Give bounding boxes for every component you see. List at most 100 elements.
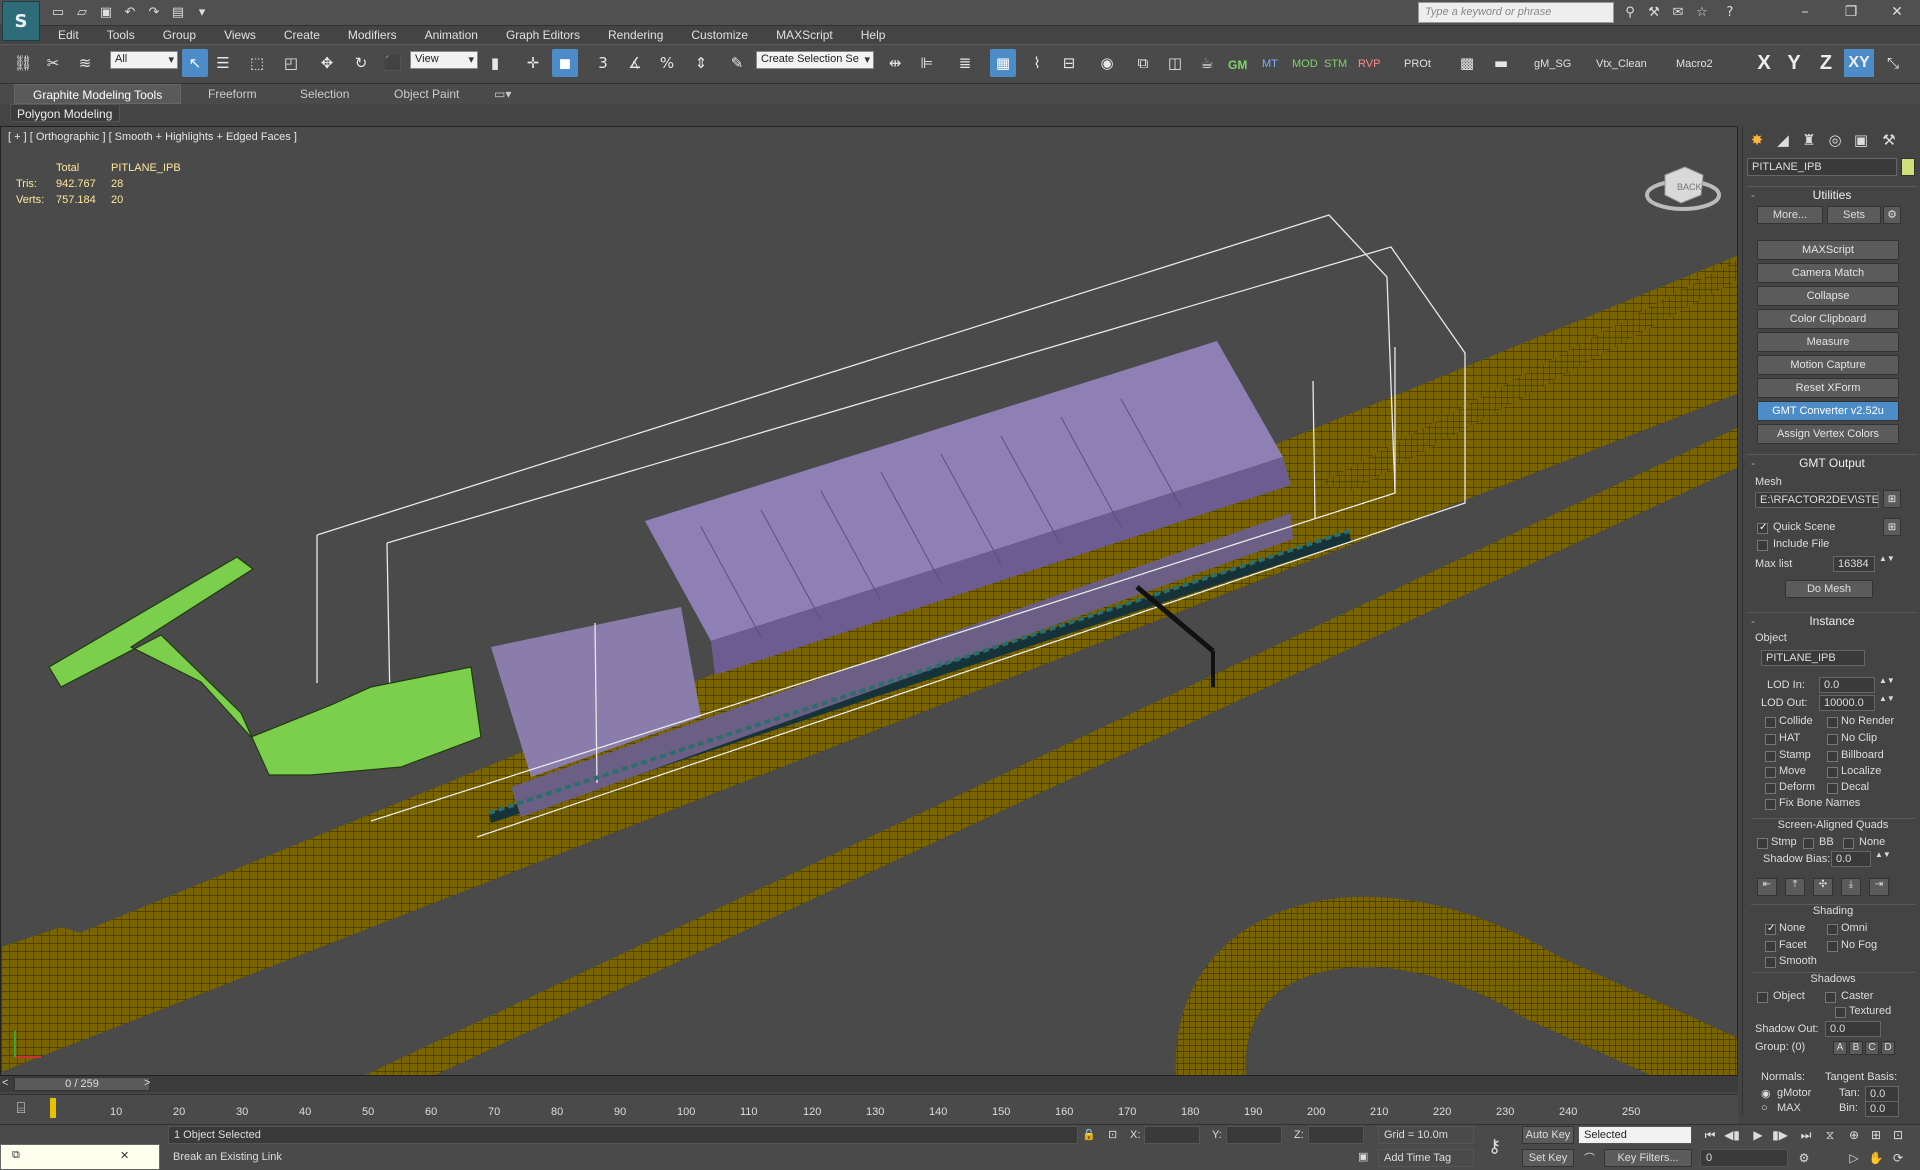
menu-edit[interactable]: Edit xyxy=(44,26,93,44)
lod-out-spinner-icon[interactable]: ▲▼ xyxy=(1879,694,1895,703)
no-fog-checkbox[interactable] xyxy=(1827,941,1838,952)
prev-key-icon[interactable]: ◀▮ xyxy=(1722,1126,1742,1144)
group-d-button[interactable]: D xyxy=(1881,1041,1895,1055)
search-input[interactable]: Type a keyword or phrase xyxy=(1418,2,1614,23)
align-right-icon[interactable]: ⇥ xyxy=(1869,878,1889,896)
absolute-mode-icon[interactable]: ⊡ xyxy=(1108,1128,1117,1141)
window-crossing-icon[interactable]: ◰ xyxy=(278,49,304,77)
shadow-object-checkbox[interactable] xyxy=(1757,992,1768,1003)
assign-vertex-colors-button[interactable]: Assign Vertex Colors xyxy=(1757,424,1899,444)
gmotor-radio-icon[interactable]: ◉ xyxy=(1761,1087,1771,1100)
configure-sets-icon[interactable]: ⚙ xyxy=(1883,206,1901,224)
select-manipulate-icon[interactable]: ✛ xyxy=(520,49,546,77)
axis-z-button[interactable]: Z xyxy=(1812,49,1840,77)
select-object-icon[interactable]: ↖ xyxy=(182,49,208,77)
motion-tab-icon[interactable]: ◎ xyxy=(1823,128,1847,152)
edit-named-selection-icon[interactable]: ✎ xyxy=(724,49,750,77)
decal-checkbox[interactable] xyxy=(1827,783,1838,794)
key-filters-button[interactable]: Key Filters... xyxy=(1604,1149,1692,1167)
do-mesh-button[interactable]: Do Mesh xyxy=(1785,580,1873,598)
move-checkbox[interactable] xyxy=(1765,767,1776,778)
prev-frame-icon[interactable]: < xyxy=(2,1077,8,1089)
percent-snap-icon[interactable]: % xyxy=(654,49,680,77)
quick-scene-checkbox[interactable] xyxy=(1757,522,1768,534)
include-file-checkbox[interactable] xyxy=(1757,540,1768,551)
menu-help[interactable]: Help xyxy=(847,26,900,44)
menu-views[interactable]: Views xyxy=(210,26,270,44)
polygon-modeling-panel[interactable]: Polygon Modeling xyxy=(10,104,120,122)
group-a-button[interactable]: A xyxy=(1833,1041,1847,1055)
utilities-rollout-header[interactable]: Utilities xyxy=(1747,186,1917,203)
bin-field[interactable]: 0.0 xyxy=(1865,1101,1899,1117)
rvp-button[interactable]: RVP xyxy=(1358,58,1380,70)
scene-canvas[interactable]: BACK xyxy=(1,127,1738,1076)
app-logo-icon[interactable]: S xyxy=(2,1,40,41)
schematic-view-icon[interactable]: ⊟ xyxy=(1056,49,1082,77)
mod-button[interactable]: MOD xyxy=(1292,58,1318,70)
align-top-icon[interactable]: ⤒ xyxy=(1785,878,1805,896)
hierarchy-tab-icon[interactable]: ♜ xyxy=(1797,128,1821,152)
scale-icon[interactable]: ⬛ xyxy=(380,49,406,77)
rendered-frame-icon[interactable]: ◫ xyxy=(1162,49,1188,77)
display-tab-icon[interactable]: ▣ xyxy=(1849,128,1873,152)
no-render-checkbox[interactable] xyxy=(1827,717,1838,728)
play-icon[interactable]: ▶ xyxy=(1748,1126,1768,1144)
align-left-icon[interactable]: ⇤ xyxy=(1757,878,1777,896)
pivot-center-icon[interactable]: ▮ xyxy=(482,49,508,77)
zoom-extents-icon[interactable]: ⊡ xyxy=(1888,1126,1908,1144)
material-editor-icon[interactable]: ◉ xyxy=(1094,49,1120,77)
viewport[interactable]: BACK xyxy=(0,126,1738,1076)
add-time-tag[interactable]: Add Time Tag xyxy=(1378,1149,1474,1167)
angle-snap-icon[interactable]: ∡ xyxy=(622,49,648,77)
auto-key-button[interactable]: Auto Key xyxy=(1522,1126,1574,1144)
lod-out-field[interactable]: 10000.0 xyxy=(1819,695,1875,711)
zoom-icon[interactable]: ⊕ xyxy=(1844,1126,1864,1144)
restore-button[interactable]: ❐ xyxy=(1828,0,1874,24)
shadow-bias-field[interactable]: 0.0 xyxy=(1831,851,1871,867)
instance-object-field[interactable]: PITLANE_IPB xyxy=(1761,650,1865,666)
keyboard-shortcut-icon[interactable]: ◼ xyxy=(552,49,578,77)
bind-space-warp-icon[interactable]: ≋ xyxy=(72,49,98,77)
menu-graph-editors[interactable]: Graph Editors xyxy=(492,26,594,44)
browse-scene-icon[interactable]: ⊞ xyxy=(1883,518,1901,536)
close-button[interactable]: ✕ xyxy=(1874,0,1920,24)
macro2-button[interactable]: Macro2 xyxy=(1676,58,1713,70)
selection-filter-dropdown[interactable]: All xyxy=(110,51,178,69)
instance-rollout-header[interactable]: Instance xyxy=(1747,612,1917,629)
smooth-checkbox[interactable] xyxy=(1765,957,1776,968)
viewport-label[interactable]: [ + ] [ Orthographic ] [ Smooth + Highli… xyxy=(8,131,297,143)
max-list-field[interactable]: 16384 xyxy=(1833,556,1875,572)
max-radio-icon[interactable]: ○ xyxy=(1761,1102,1768,1114)
stamp-checkbox[interactable] xyxy=(1765,751,1776,762)
no-clip-checkbox[interactable] xyxy=(1827,734,1838,745)
motion-capture-button[interactable]: Motion Capture xyxy=(1757,355,1899,375)
collide-checkbox[interactable] xyxy=(1765,717,1776,728)
time-config-icon[interactable]: ⚙ xyxy=(1794,1149,1814,1167)
axis-xy-button[interactable]: XY xyxy=(1844,49,1874,77)
zoom-all-icon[interactable]: ⊞ xyxy=(1866,1126,1886,1144)
favorites-icon[interactable]: ☆ xyxy=(1692,2,1712,22)
named-selection-set-dropdown[interactable]: Create Selection Se xyxy=(756,51,874,69)
binoculars-icon[interactable]: ⚲ xyxy=(1620,2,1640,22)
tab-selection[interactable]: Selection xyxy=(282,84,367,104)
camera-match-button[interactable]: Camera Match xyxy=(1757,263,1899,283)
menu-animation[interactable]: Animation xyxy=(411,26,492,44)
mini-curve-editor-icon[interactable]: ⌸ xyxy=(8,1096,34,1120)
gmt-output-rollout-header[interactable]: GMT Output xyxy=(1747,454,1917,471)
stm-button[interactable]: STM xyxy=(1324,58,1347,70)
axis-constraint-icon[interactable]: ⤡ xyxy=(1880,49,1906,77)
listener-icon[interactable]: ⧉ xyxy=(12,1149,20,1162)
align-icon[interactable]: ⊫ xyxy=(914,49,940,77)
graphite-toggle-icon[interactable]: ▦ xyxy=(990,49,1016,77)
textured-checkbox[interactable] xyxy=(1835,1007,1846,1018)
omni-checkbox[interactable] xyxy=(1827,924,1838,935)
shadow-out-field[interactable]: 0.0 xyxy=(1825,1021,1881,1037)
orbit-icon[interactable]: ⟳ xyxy=(1888,1149,1908,1167)
subscription-icon[interactable]: ⚒ xyxy=(1644,2,1664,22)
render-icon[interactable]: ☕ xyxy=(1194,49,1220,77)
menu-rendering[interactable]: Rendering xyxy=(594,26,677,44)
bb-checkbox[interactable] xyxy=(1803,838,1814,849)
field-of-view-icon[interactable]: ▷ xyxy=(1844,1149,1864,1167)
key-curve-icon[interactable]: ⌒ xyxy=(1584,1150,1595,1166)
menu-customize[interactable]: Customize xyxy=(677,26,762,44)
